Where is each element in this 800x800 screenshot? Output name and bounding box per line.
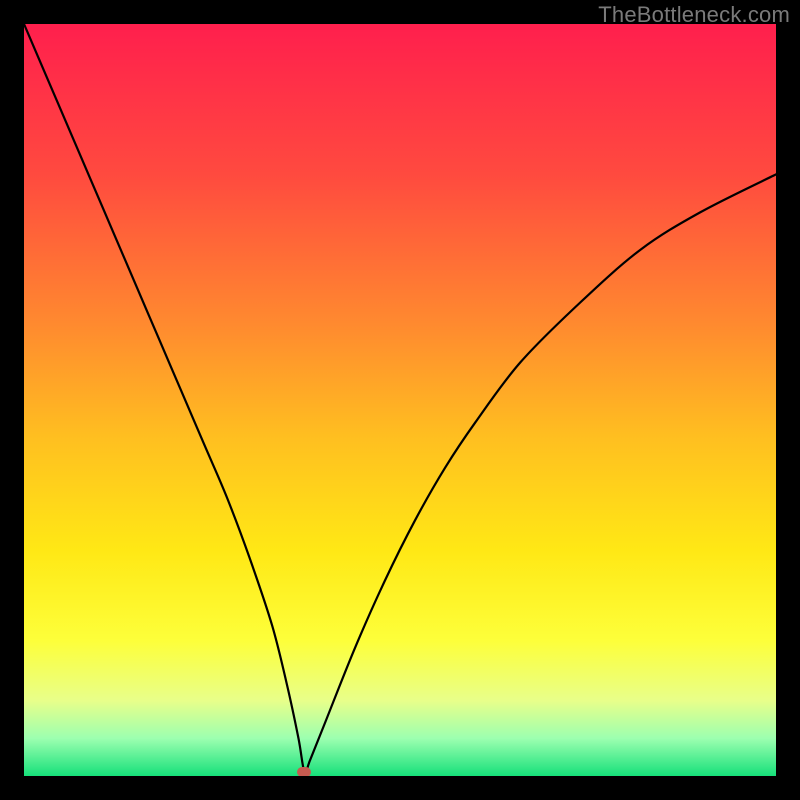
optimum-marker (297, 767, 311, 776)
chart-svg (24, 24, 776, 776)
watermark-text: TheBottleneck.com (598, 2, 790, 28)
chart-frame: TheBottleneck.com (0, 0, 800, 800)
plot-area (24, 24, 776, 776)
gradient-background (24, 24, 776, 776)
